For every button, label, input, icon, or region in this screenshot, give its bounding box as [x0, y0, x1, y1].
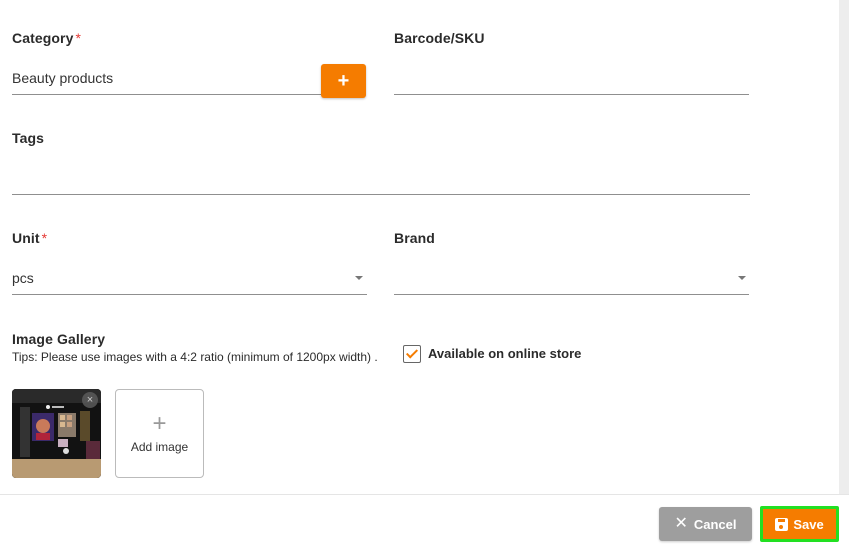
add-image-label: Add image	[130, 440, 189, 454]
image-gallery-label: Image Gallery	[12, 331, 106, 347]
add-image-button[interactable]: + Add image	[115, 389, 204, 478]
add-category-button[interactable]: +	[321, 64, 366, 98]
plus-icon: +	[152, 410, 167, 437]
barcode-label: Barcode/SKU	[394, 30, 485, 46]
save-button[interactable]: Save	[760, 506, 839, 542]
tags-input[interactable]	[12, 170, 750, 190]
cancel-label: Cancel	[693, 516, 737, 532]
online-store-label[interactable]: Available on online store	[428, 346, 581, 361]
unit-label: Unit *	[12, 230, 47, 246]
floppy-disk-icon	[775, 517, 789, 531]
image-gallery-tips: Tips: Please use images with a 4:2 ratio…	[12, 350, 378, 364]
unit-label-text: Unit	[12, 230, 40, 246]
online-store-checkbox[interactable]	[403, 345, 421, 363]
category-underline	[12, 94, 322, 95]
scrollbar[interactable]	[839, 0, 849, 494]
checkmark-icon	[405, 346, 419, 359]
brand-select[interactable]	[394, 270, 749, 290]
form-footer: ✕ Cancel Save	[0, 494, 849, 544]
category-input[interactable]: Beauty products	[12, 70, 113, 86]
brand-label: Brand	[394, 230, 435, 246]
unit-selected-value: pcs	[12, 270, 34, 286]
chevron-down-icon[interactable]	[355, 276, 363, 280]
save-label: Save	[793, 516, 824, 532]
category-label-text: Category	[12, 30, 74, 46]
cancel-button[interactable]: ✕ Cancel	[659, 507, 752, 541]
barcode-underline	[394, 94, 749, 95]
unit-underline	[12, 294, 367, 295]
close-icon: ✕	[674, 515, 688, 532]
gallery-image-thumbnail[interactable]: ×	[12, 389, 101, 478]
chevron-down-icon[interactable]	[738, 276, 746, 280]
tags-label: Tags	[12, 130, 45, 146]
barcode-input[interactable]	[394, 70, 749, 90]
unit-select[interactable]: pcs	[12, 270, 367, 290]
remove-image-icon[interactable]: ×	[82, 392, 98, 408]
required-mark: *	[41, 230, 48, 246]
tags-underline	[12, 194, 750, 195]
plus-icon: +	[337, 69, 350, 92]
form-scroll-area: Category * Beauty products + Barcode/SKU …	[0, 0, 839, 494]
brand-underline	[394, 294, 749, 295]
category-label: Category *	[12, 30, 81, 46]
required-mark: *	[75, 30, 82, 46]
